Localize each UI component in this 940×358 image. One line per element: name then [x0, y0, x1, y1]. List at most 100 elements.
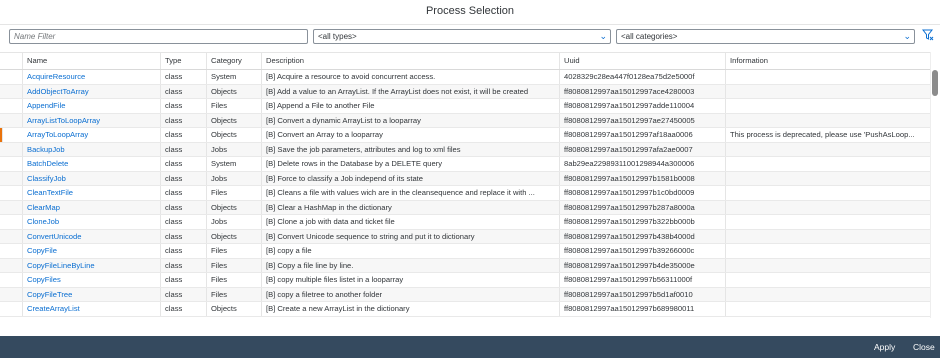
categories-select-value: <all categories> [621, 32, 678, 41]
cell-category: Files [207, 258, 262, 272]
cell-uuid: ff8080812997aa15012997b56311000f [560, 273, 726, 287]
cell-description: [B] Clear a HashMap in the dictionary [262, 200, 560, 214]
table-row[interactable]: AddObjectToArray class Objects [B] Add a va… [0, 84, 930, 99]
cell-uuid: ff8080812997aa15012997b689980011 [560, 302, 726, 316]
row-selector[interactable] [0, 171, 23, 185]
table-row[interactable]: ArrayListToLoopArray class Objects [B] Conv… [0, 113, 930, 128]
table-row[interactable]: AppendFile class Files [B] Append a File to… [0, 99, 930, 114]
cell-type: class [161, 157, 207, 171]
cell-information [726, 157, 930, 171]
cell-name[interactable]: CopyFileLineByLine [23, 258, 161, 272]
table-row[interactable]: CopyFile class Files [B] copy a file ff80808… [0, 244, 930, 259]
name-filter-input[interactable] [9, 29, 308, 44]
table-row[interactable]: CopyFiles class Files [B] copy multiple fil… [0, 273, 930, 288]
chevron-down-icon: ⌄ [903, 31, 911, 41]
table-row[interactable]: ArrayToLoopArray class Objects [B] Convert … [0, 128, 930, 143]
cell-name[interactable]: CloneJob [23, 215, 161, 229]
row-selector[interactable] [0, 84, 23, 98]
table-row[interactable]: ClassifyJob class Jobs [B] Force to classif… [0, 171, 930, 186]
filter-bar: <all types> ⌄ <all categories> ⌄ [0, 25, 940, 49]
cell-name[interactable]: AppendFile [23, 99, 161, 113]
categories-select[interactable]: <all categories> ⌄ [616, 29, 915, 44]
cell-information [726, 244, 930, 258]
table-row[interactable]: BackupJob class Jobs [B] Save the job param… [0, 142, 930, 157]
cell-name[interactable]: AddObjectToArray [23, 84, 161, 98]
close-button[interactable]: Close [913, 336, 935, 358]
cell-description: [B] Delete rows in the Database by a DEL… [262, 157, 560, 171]
cell-information [726, 302, 930, 316]
cell-category: Objects [207, 113, 262, 127]
column-header-type[interactable]: Type [161, 53, 207, 69]
row-selector[interactable] [0, 186, 23, 200]
cell-category: Jobs [207, 171, 262, 185]
select-column-header [0, 53, 23, 69]
row-selector[interactable] [0, 113, 23, 127]
row-selector[interactable] [0, 258, 23, 272]
cell-name[interactable]: ConvertUnicode [23, 229, 161, 243]
table-row[interactable]: ClearMap class Objects [B] Clear a HashMap … [0, 200, 930, 215]
table-row[interactable]: ConvertUnicode class Objects [B] Convert Un… [0, 229, 930, 244]
table-row[interactable]: AcquireResource class System [B] Acquire a … [0, 70, 930, 85]
row-selector[interactable] [0, 302, 23, 316]
row-selector[interactable] [0, 142, 23, 156]
cell-name[interactable]: ClassifyJob [23, 171, 161, 185]
types-select-value: <all types> [318, 32, 357, 41]
cell-description: [B] Save the job parameters, attributes … [262, 142, 560, 156]
cell-name[interactable]: CopyFiles [23, 273, 161, 287]
column-header-name[interactable]: Name [23, 53, 161, 69]
scrollbar-thumb[interactable] [932, 70, 938, 96]
cell-name[interactable]: CopyFile [23, 244, 161, 258]
cell-category: Files [207, 244, 262, 258]
row-selector[interactable] [0, 99, 23, 113]
cell-description: [B] Convert a dynamic ArrayList to a loo… [262, 113, 560, 127]
cell-name[interactable]: ArrayListToLoopArray [23, 113, 161, 127]
row-marker[interactable] [0, 128, 3, 142]
row-selector[interactable] [0, 200, 23, 214]
cell-name[interactable]: CopyFileTree [23, 287, 161, 301]
cell-description: [B] Append a File to another File [262, 99, 560, 113]
cell-name[interactable]: BackupJob [23, 142, 161, 156]
apply-button[interactable]: Apply [874, 336, 895, 358]
cell-uuid: ff8080812997aa15012997b1c0bd0009 [560, 186, 726, 200]
cell-name[interactable]: CreateArrayList [23, 302, 161, 316]
table-row[interactable]: CreateArrayList class Objects [B] Create a … [0, 302, 930, 317]
cell-name[interactable]: CleanTextFile [23, 186, 161, 200]
row-selector[interactable] [0, 229, 23, 243]
cell-information: This process is deprecated, please use '… [730, 130, 915, 139]
row-selector[interactable] [0, 215, 23, 229]
cell-name[interactable]: ClearMap [23, 200, 161, 214]
column-header-uuid[interactable]: Uuid [560, 53, 726, 69]
cell-uuid: ff8080812997aa15012997afa2ae0007 [560, 142, 726, 156]
cell-name[interactable]: BatchDelete [23, 157, 161, 171]
cell-name[interactable]: AcquireResource [23, 70, 161, 84]
column-header-category[interactable]: Category [207, 53, 262, 69]
cell-information [726, 230, 930, 244]
table-row[interactable]: BatchDelete class System [B] Delete rows in… [0, 157, 930, 172]
row-selector[interactable] [0, 157, 23, 171]
table-row[interactable]: CloneJob class Jobs [B] Clone a job with da… [0, 215, 930, 230]
cell-type: class [161, 273, 207, 287]
cell-description: [B] Convert an Array to a looparray [262, 128, 560, 142]
column-header-description[interactable]: Description [262, 53, 560, 69]
cell-type: class [161, 142, 207, 156]
cell-uuid: ff8080812997aa15012997b39266000c [560, 244, 726, 258]
column-header-information[interactable]: Information [726, 53, 930, 69]
row-selector[interactable] [0, 287, 23, 301]
table-row[interactable]: CopyFileLineByLine class Files [B] Copy a f… [0, 258, 930, 273]
cell-category: System [207, 157, 262, 171]
cell-uuid: ff8080812997aa15012997b322bb000b [560, 215, 726, 229]
cell-name[interactable]: ArrayToLoopArray [23, 128, 161, 142]
row-selector[interactable] [0, 244, 23, 258]
row-selector[interactable] [0, 273, 23, 287]
cell-description: [B] copy multiple files listet in a loop… [262, 273, 560, 287]
dialog-title: Process Selection [0, 0, 940, 25]
types-select[interactable]: <all types> ⌄ [313, 29, 611, 44]
cell-information [726, 201, 930, 215]
table-row[interactable]: CleanTextFile class Files [B] Cleans a file… [0, 186, 930, 201]
row-selector[interactable] [0, 70, 23, 84]
cell-category: Jobs [207, 142, 262, 156]
cell-information [726, 114, 930, 128]
table-row[interactable]: CopyFileTree class Files [B] copy a filetre… [0, 287, 930, 302]
filter-clear-icon[interactable] [921, 29, 935, 44]
cell-category: Files [207, 273, 262, 287]
